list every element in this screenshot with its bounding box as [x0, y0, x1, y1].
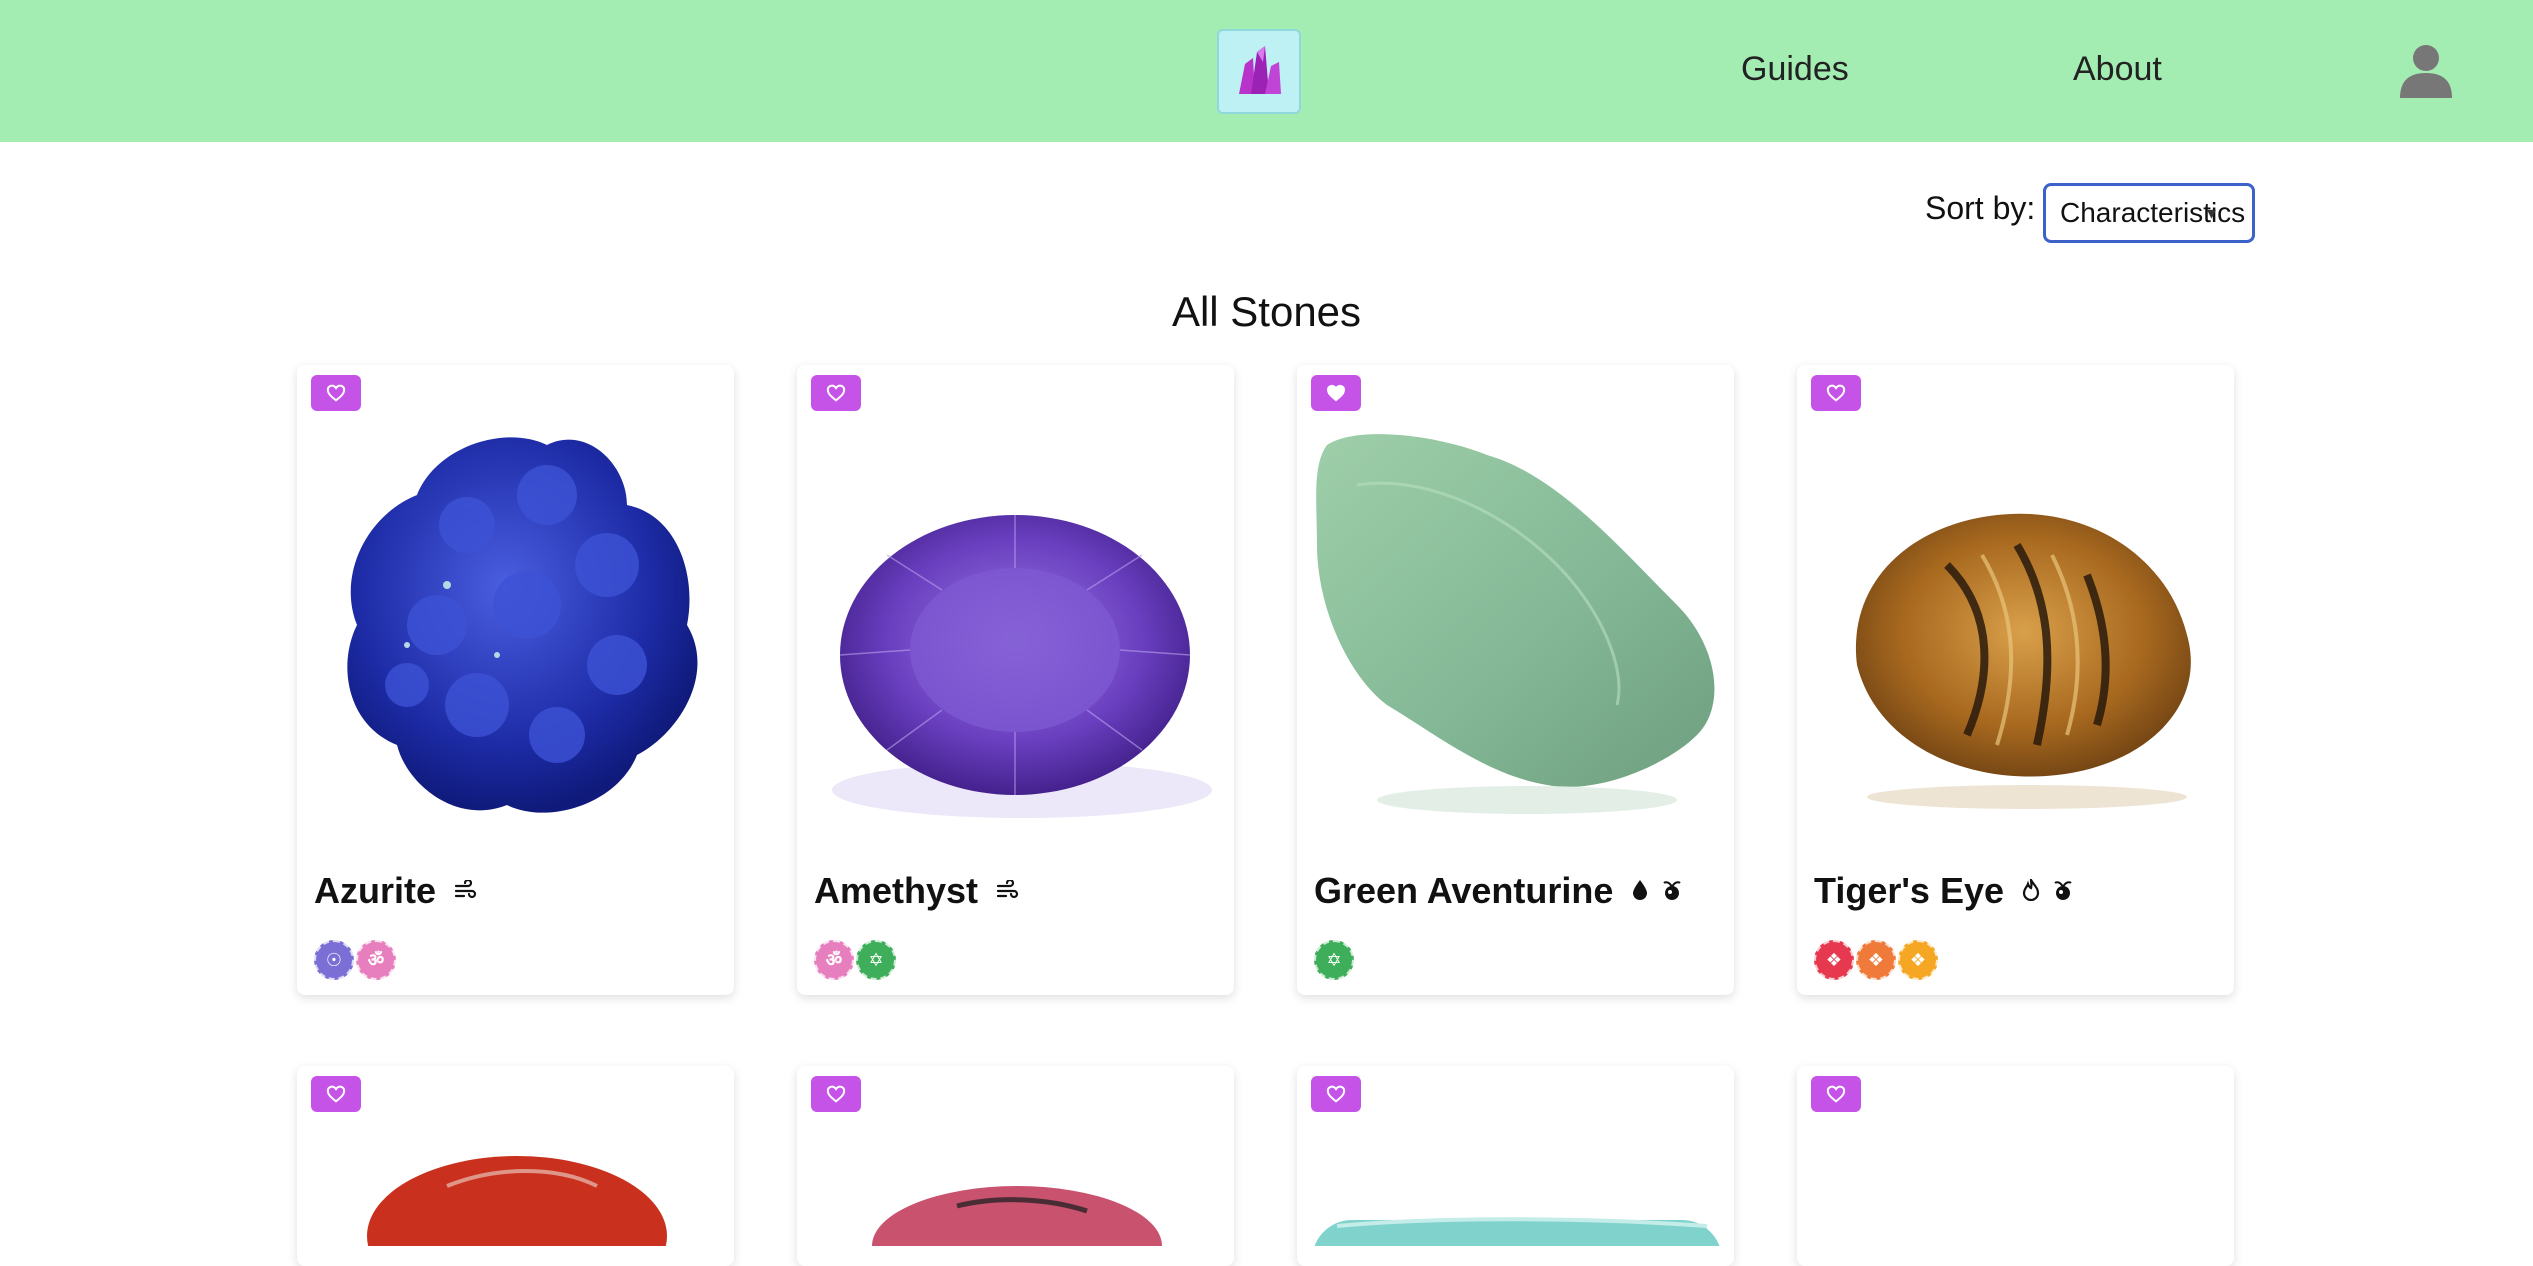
- favorite-button[interactable]: [811, 375, 861, 411]
- heart-filled-icon: [1326, 384, 1346, 402]
- stone-image-green-aventurine: [1316, 434, 1715, 814]
- air-icon: [996, 879, 1020, 907]
- stone-image-tigers-eye: [1855, 513, 2191, 809]
- third-eye-chakra-icon: ॐ: [814, 940, 854, 980]
- fire-icon: [2022, 876, 2040, 908]
- stone-image-amazonite: [1314, 1217, 1720, 1246]
- root-chakra-icon: ❖: [1814, 940, 1854, 980]
- favorite-button[interactable]: [811, 1076, 861, 1112]
- top-nav-bar: Guides About: [0, 0, 2533, 142]
- heart-chakra-icon: ✡: [1314, 940, 1354, 980]
- water-icon: [1631, 879, 1649, 908]
- earth-icon: [1661, 879, 1683, 908]
- sort-label: Sort by:: [1925, 190, 2036, 226]
- user-account-icon[interactable]: [2398, 42, 2454, 98]
- nav-about-link[interactable]: About: [2073, 50, 2162, 89]
- heart-outline-icon: [1326, 1085, 1346, 1103]
- favorite-button[interactable]: [311, 375, 361, 411]
- stone-name-text: Azurite: [314, 870, 437, 911]
- stone-name[interactable]: Azurite: [314, 870, 478, 912]
- sacral-chakra-icon: ❖: [1856, 940, 1896, 980]
- chakra-list: ॐ ✡: [814, 940, 896, 980]
- stone-card-green-aventurine[interactable]: Green Aventurine ✡: [1297, 365, 1734, 995]
- stone-card[interactable]: [1797, 1066, 2234, 1266]
- heart-outline-icon: [1826, 1085, 1846, 1103]
- favorite-button[interactable]: [311, 1076, 361, 1112]
- heart-outline-icon: [326, 384, 346, 402]
- chakra-list: ☉ ॐ: [314, 940, 396, 980]
- heart-outline-icon: [1826, 384, 1846, 402]
- crystal-logo-icon[interactable]: [1217, 29, 1301, 114]
- chakra-list: ✡: [1314, 940, 1354, 980]
- stone-image-red-jasper: [367, 1156, 667, 1246]
- heart-outline-icon: [826, 384, 846, 402]
- stone-image-azurite: [347, 437, 698, 813]
- stone-name-text: Amethyst: [814, 870, 979, 911]
- favorite-button[interactable]: [1311, 1076, 1361, 1112]
- stone-card[interactable]: [1297, 1066, 1734, 1266]
- third-eye-chakra-icon: ॐ: [356, 940, 396, 980]
- heart-chakra-icon: ✡: [856, 940, 896, 980]
- nav-guides-link[interactable]: Guides: [1741, 50, 1849, 89]
- chakra-list: ❖ ❖ ❖: [1814, 940, 1938, 980]
- page-title: All Stones: [1171, 288, 1362, 335]
- stone-name[interactable]: Tiger's Eye: [1814, 870, 2074, 912]
- stone-name[interactable]: Green Aventurine: [1314, 870, 1683, 912]
- heart-outline-icon: [326, 1085, 346, 1103]
- stone-card-amethyst[interactable]: Amethyst ॐ ✡: [797, 365, 1234, 995]
- stone-image-amethyst: [832, 515, 1212, 818]
- stone-image-rhodonite: [872, 1186, 1162, 1246]
- crown-chakra-icon: ☉: [314, 940, 354, 980]
- favorite-button-active[interactable]: [1311, 375, 1361, 411]
- solar-plexus-chakra-icon: ❖: [1898, 940, 1938, 980]
- air-icon: [454, 879, 478, 907]
- favorite-button[interactable]: [1811, 1076, 1861, 1112]
- sort-select[interactable]: Characteristics: [2043, 183, 2255, 243]
- earth-icon: [2052, 879, 2074, 908]
- chevron-down-icon[interactable]: ▾: [2207, 203, 2216, 224]
- stone-card[interactable]: [797, 1066, 1234, 1266]
- favorite-button[interactable]: [1811, 375, 1861, 411]
- stone-card-azurite[interactable]: Azurite ☉ ॐ: [297, 365, 734, 995]
- stone-name-text: Tiger's Eye: [1814, 870, 2005, 911]
- stone-card-tigers-eye[interactable]: Tiger's Eye ❖ ❖ ❖: [1797, 365, 2234, 995]
- stone-card[interactable]: [297, 1066, 734, 1266]
- heart-outline-icon: [826, 1085, 846, 1103]
- stone-name-text: Green Aventurine: [1314, 870, 1614, 911]
- stone-name[interactable]: Amethyst: [814, 870, 1020, 912]
